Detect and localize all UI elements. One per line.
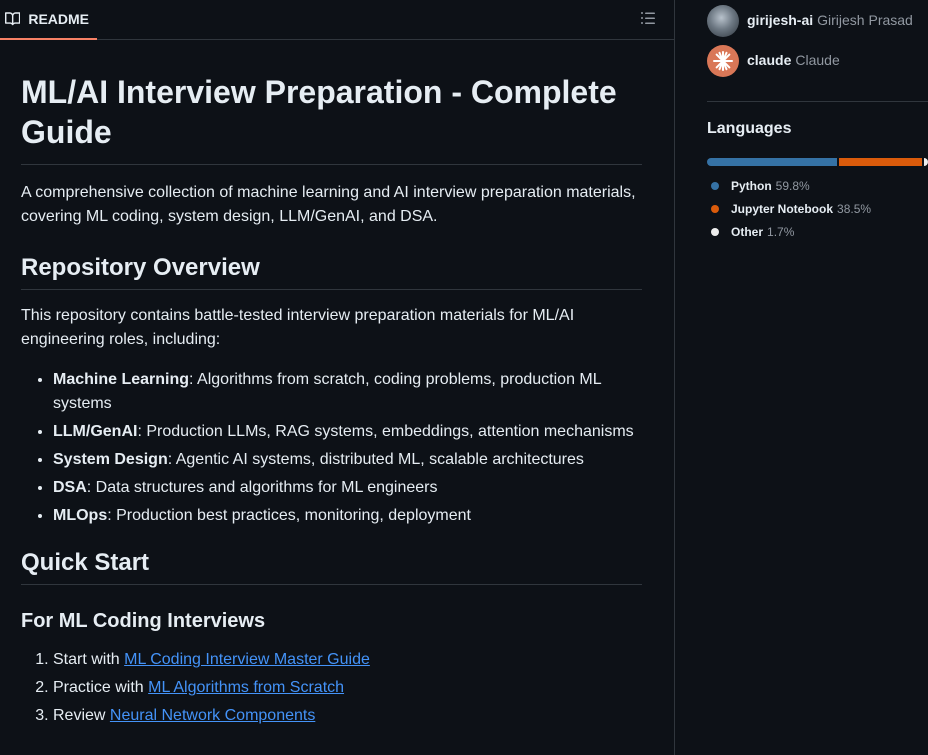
language-name: Python [731,178,772,193]
readme-panel: README ML/AI Interview Preparation - Com… [0,0,675,755]
language-dot [711,227,719,236]
list-item-desc: : Data structures and algorithms for ML … [86,479,438,496]
contributor-item[interactable]: girijesh-ai Girijesh Prasad [707,5,913,37]
readme-header: README [0,0,674,40]
list-item-term: System Design [53,451,168,468]
language-dot [711,181,719,190]
readme-tab-label: README [28,11,89,27]
language-name: Jupyter Notebook [731,201,834,216]
list-item-term: DSA [53,479,87,496]
contributor-name: Claude [795,52,840,68]
list-item: System Design: Agentic AI systems, distr… [53,448,642,472]
list-item-desc: : Production best practices, monitoring,… [107,507,471,524]
list-item: Machine Learning: Algorithms from scratc… [53,368,642,416]
overview-heading: Repository Overview [21,253,642,290]
list-item: Practice with ML Algorithms from Scratch [53,676,642,700]
readme-title: ML/AI Interview Preparation - Complete G… [21,72,642,165]
intro-paragraph: A comprehensive collection of machine le… [21,184,636,225]
sidebar: girijesh-ai Girijesh Prasad claude Claude … [707,0,928,755]
contributor-login[interactable]: claude [747,52,791,68]
quickstart-heading: Quick Start [21,548,642,585]
language-percent: 38.5% [837,201,872,216]
book-icon [5,12,21,26]
language-item[interactable]: Python 59.8% [711,174,871,197]
list-item-term: MLOps [53,507,108,524]
avatar[interactable] [707,5,739,37]
overview-paragraph: This repository contains battle-tested i… [21,307,575,348]
list-unordered-icon[interactable] [640,10,656,26]
language-percent: 59.8% [775,178,810,193]
contributor-login[interactable]: girijesh-ai [747,12,813,28]
languages-bar [707,158,928,166]
step-prefix: Practice with [53,679,149,696]
contributor-name: Girijesh Prasad [817,12,913,28]
list-item: LLM/GenAI: Production LLMs, RAG systems,… [53,420,642,444]
list-item-desc: : Production LLMs, RAG systems, embeddin… [137,423,634,440]
list-item-term: LLM/GenAI [53,423,138,440]
list-item: MLOps: Production best practices, monito… [53,504,642,528]
language-bar-segment [924,158,928,166]
sidebar-divider [707,101,928,102]
language-name: Other [731,224,764,239]
list-item: Start with ML Coding Interview Master Gu… [53,648,642,672]
language-bar-segment [838,158,923,166]
languages-title: Languages [707,120,792,137]
nn-components-link[interactable]: Neural Network Components [110,707,315,724]
language-item[interactable]: Other 1.7% [711,220,871,243]
language-item[interactable]: Jupyter Notebook 38.5% [711,197,871,220]
list-item-term: Machine Learning [53,371,190,388]
algorithms-link[interactable]: ML Algorithms from Scratch [148,679,344,696]
coding-heading: For ML Coding Interviews [21,610,266,632]
language-percent: 1.7% [767,224,795,239]
readme-tab[interactable]: README [0,0,97,40]
language-dot [711,204,719,213]
claude-logo-icon [713,51,733,71]
overview-list: Machine Learning: Algorithms from scratc… [21,368,642,528]
language-bar-segment [707,158,837,166]
languages-list: Python 59.8% Jupyter Notebook 38.5% Other 1… [711,174,871,243]
step-prefix: Start with [53,651,125,668]
readme-content: ML/AI Interview Preparation - Complete G… [21,40,642,732]
steps-list: Start with ML Coding Interview Master Gu… [21,648,642,728]
list-item: DSA: Data structures and algorithms for … [53,476,642,500]
avatar[interactable] [707,45,739,77]
master-guide-link[interactable]: ML Coding Interview Master Guide [124,651,370,668]
step-prefix: Review [53,707,110,724]
list-item-desc: : Agentic AI systems, distributed ML, sc… [167,451,584,468]
contributor-item[interactable]: claude Claude [707,45,840,77]
list-item: Review Neural Network Components [53,704,642,728]
